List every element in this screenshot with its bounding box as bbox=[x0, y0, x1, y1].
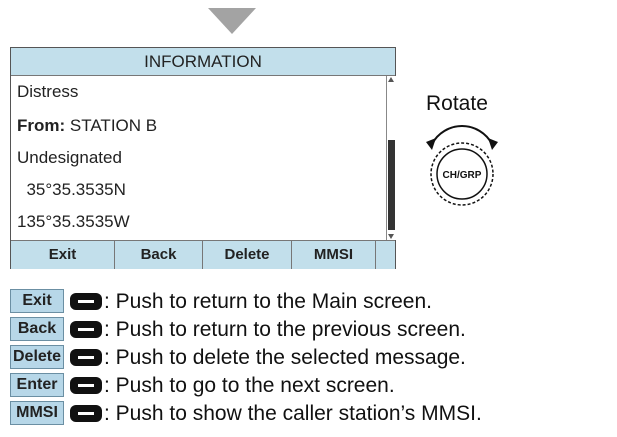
scroll-down-icon bbox=[388, 234, 394, 239]
ch-grp-dial-group: Rotate CH/GRP bbox=[410, 92, 510, 212]
key-mmsi: MMSI bbox=[10, 401, 64, 425]
softkey-mmsi[interactable]: MMSI bbox=[292, 241, 376, 269]
longitude-line: 135°35.3535W bbox=[17, 212, 130, 231]
softkey-exit[interactable]: Exit bbox=[11, 241, 115, 269]
nature-line: Undesignated bbox=[17, 148, 122, 167]
from-line: From: STATION B bbox=[17, 116, 157, 136]
rotate-arc-icon bbox=[431, 125, 493, 145]
legend-text-mmsi: : Push to show the caller station’s MMSI… bbox=[104, 402, 482, 425]
knob-text: CH/GRP bbox=[443, 170, 482, 181]
legend-text-back: : Push to return to the previous screen. bbox=[104, 318, 466, 341]
legend-text-delete: : Push to delete the selected message. bbox=[104, 346, 466, 369]
rotate-left-arrow-icon bbox=[426, 138, 436, 150]
softkey-back[interactable]: Back bbox=[115, 241, 203, 269]
softkey-blank bbox=[376, 241, 395, 269]
from-value: STATION B bbox=[65, 116, 158, 135]
down-arrow-icon bbox=[208, 8, 256, 34]
scroll-thumb[interactable] bbox=[388, 140, 395, 230]
key-enter: Enter bbox=[10, 373, 64, 397]
key-delete: Delete bbox=[10, 345, 64, 369]
softkey-icon bbox=[70, 377, 102, 394]
softkey-icon bbox=[70, 321, 102, 338]
scroll-up-icon bbox=[388, 77, 394, 82]
dial-graphic: CH/GRP bbox=[426, 125, 498, 206]
lcd-screen: INFORMATION Distress From: STATION B Und… bbox=[10, 47, 396, 269]
softkey-delete[interactable]: Delete bbox=[203, 241, 292, 269]
latitude-line: 35°35.3535N bbox=[17, 180, 126, 199]
key-exit: Exit bbox=[10, 289, 64, 313]
screen-title: INFORMATION bbox=[11, 48, 395, 76]
legend-text-exit: : Push to return to the Main screen. bbox=[104, 290, 433, 313]
from-label: From: bbox=[17, 116, 66, 135]
message-type: Distress bbox=[17, 82, 79, 101]
softkey-icon bbox=[70, 349, 102, 366]
softkey-bar: Exit Back Delete MMSI bbox=[11, 240, 395, 269]
softkey-icon bbox=[70, 405, 102, 422]
legend-text-enter: : Push to go to the next screen. bbox=[104, 374, 395, 397]
softkey-icon bbox=[70, 293, 102, 310]
scrollbar[interactable] bbox=[386, 76, 396, 240]
rotate-right-arrow-icon bbox=[488, 138, 498, 150]
key-back: Back bbox=[10, 317, 64, 341]
